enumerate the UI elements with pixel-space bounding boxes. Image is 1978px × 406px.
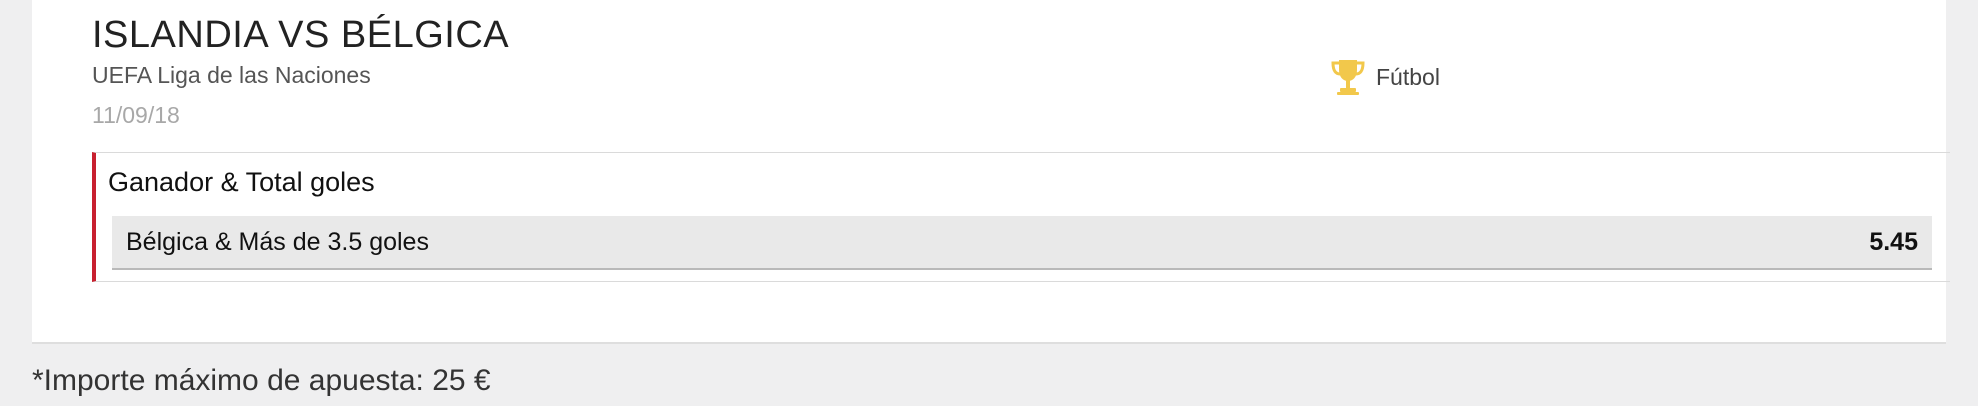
market-block: Ganador & Total goles Bélgica & Más de 3…: [92, 152, 1950, 282]
selection-label: Bélgica & Más de 3.5 goles: [126, 228, 429, 256]
market-title: Ganador & Total goles: [108, 167, 375, 197]
trophy-icon: [1330, 58, 1366, 96]
selection-odds: 5.45: [1869, 228, 1918, 256]
selection-row[interactable]: Bélgica & Más de 3.5 goles 5.45: [112, 216, 1932, 270]
match-date: 11/09/18: [92, 102, 180, 128]
bet-card: ISLANDIA VS BÉLGICA UEFA Liga de las Nac…: [32, 0, 1950, 344]
match-title: ISLANDIA VS BÉLGICA: [92, 14, 510, 56]
sport-label: Fútbol: [1376, 63, 1440, 90]
sport-indicator: Fútbol: [1330, 58, 1440, 96]
max-stake-note: *Importe máximo de apuesta: 25 €: [32, 364, 491, 397]
competition-name: UEFA Liga de las Naciones: [92, 62, 371, 88]
